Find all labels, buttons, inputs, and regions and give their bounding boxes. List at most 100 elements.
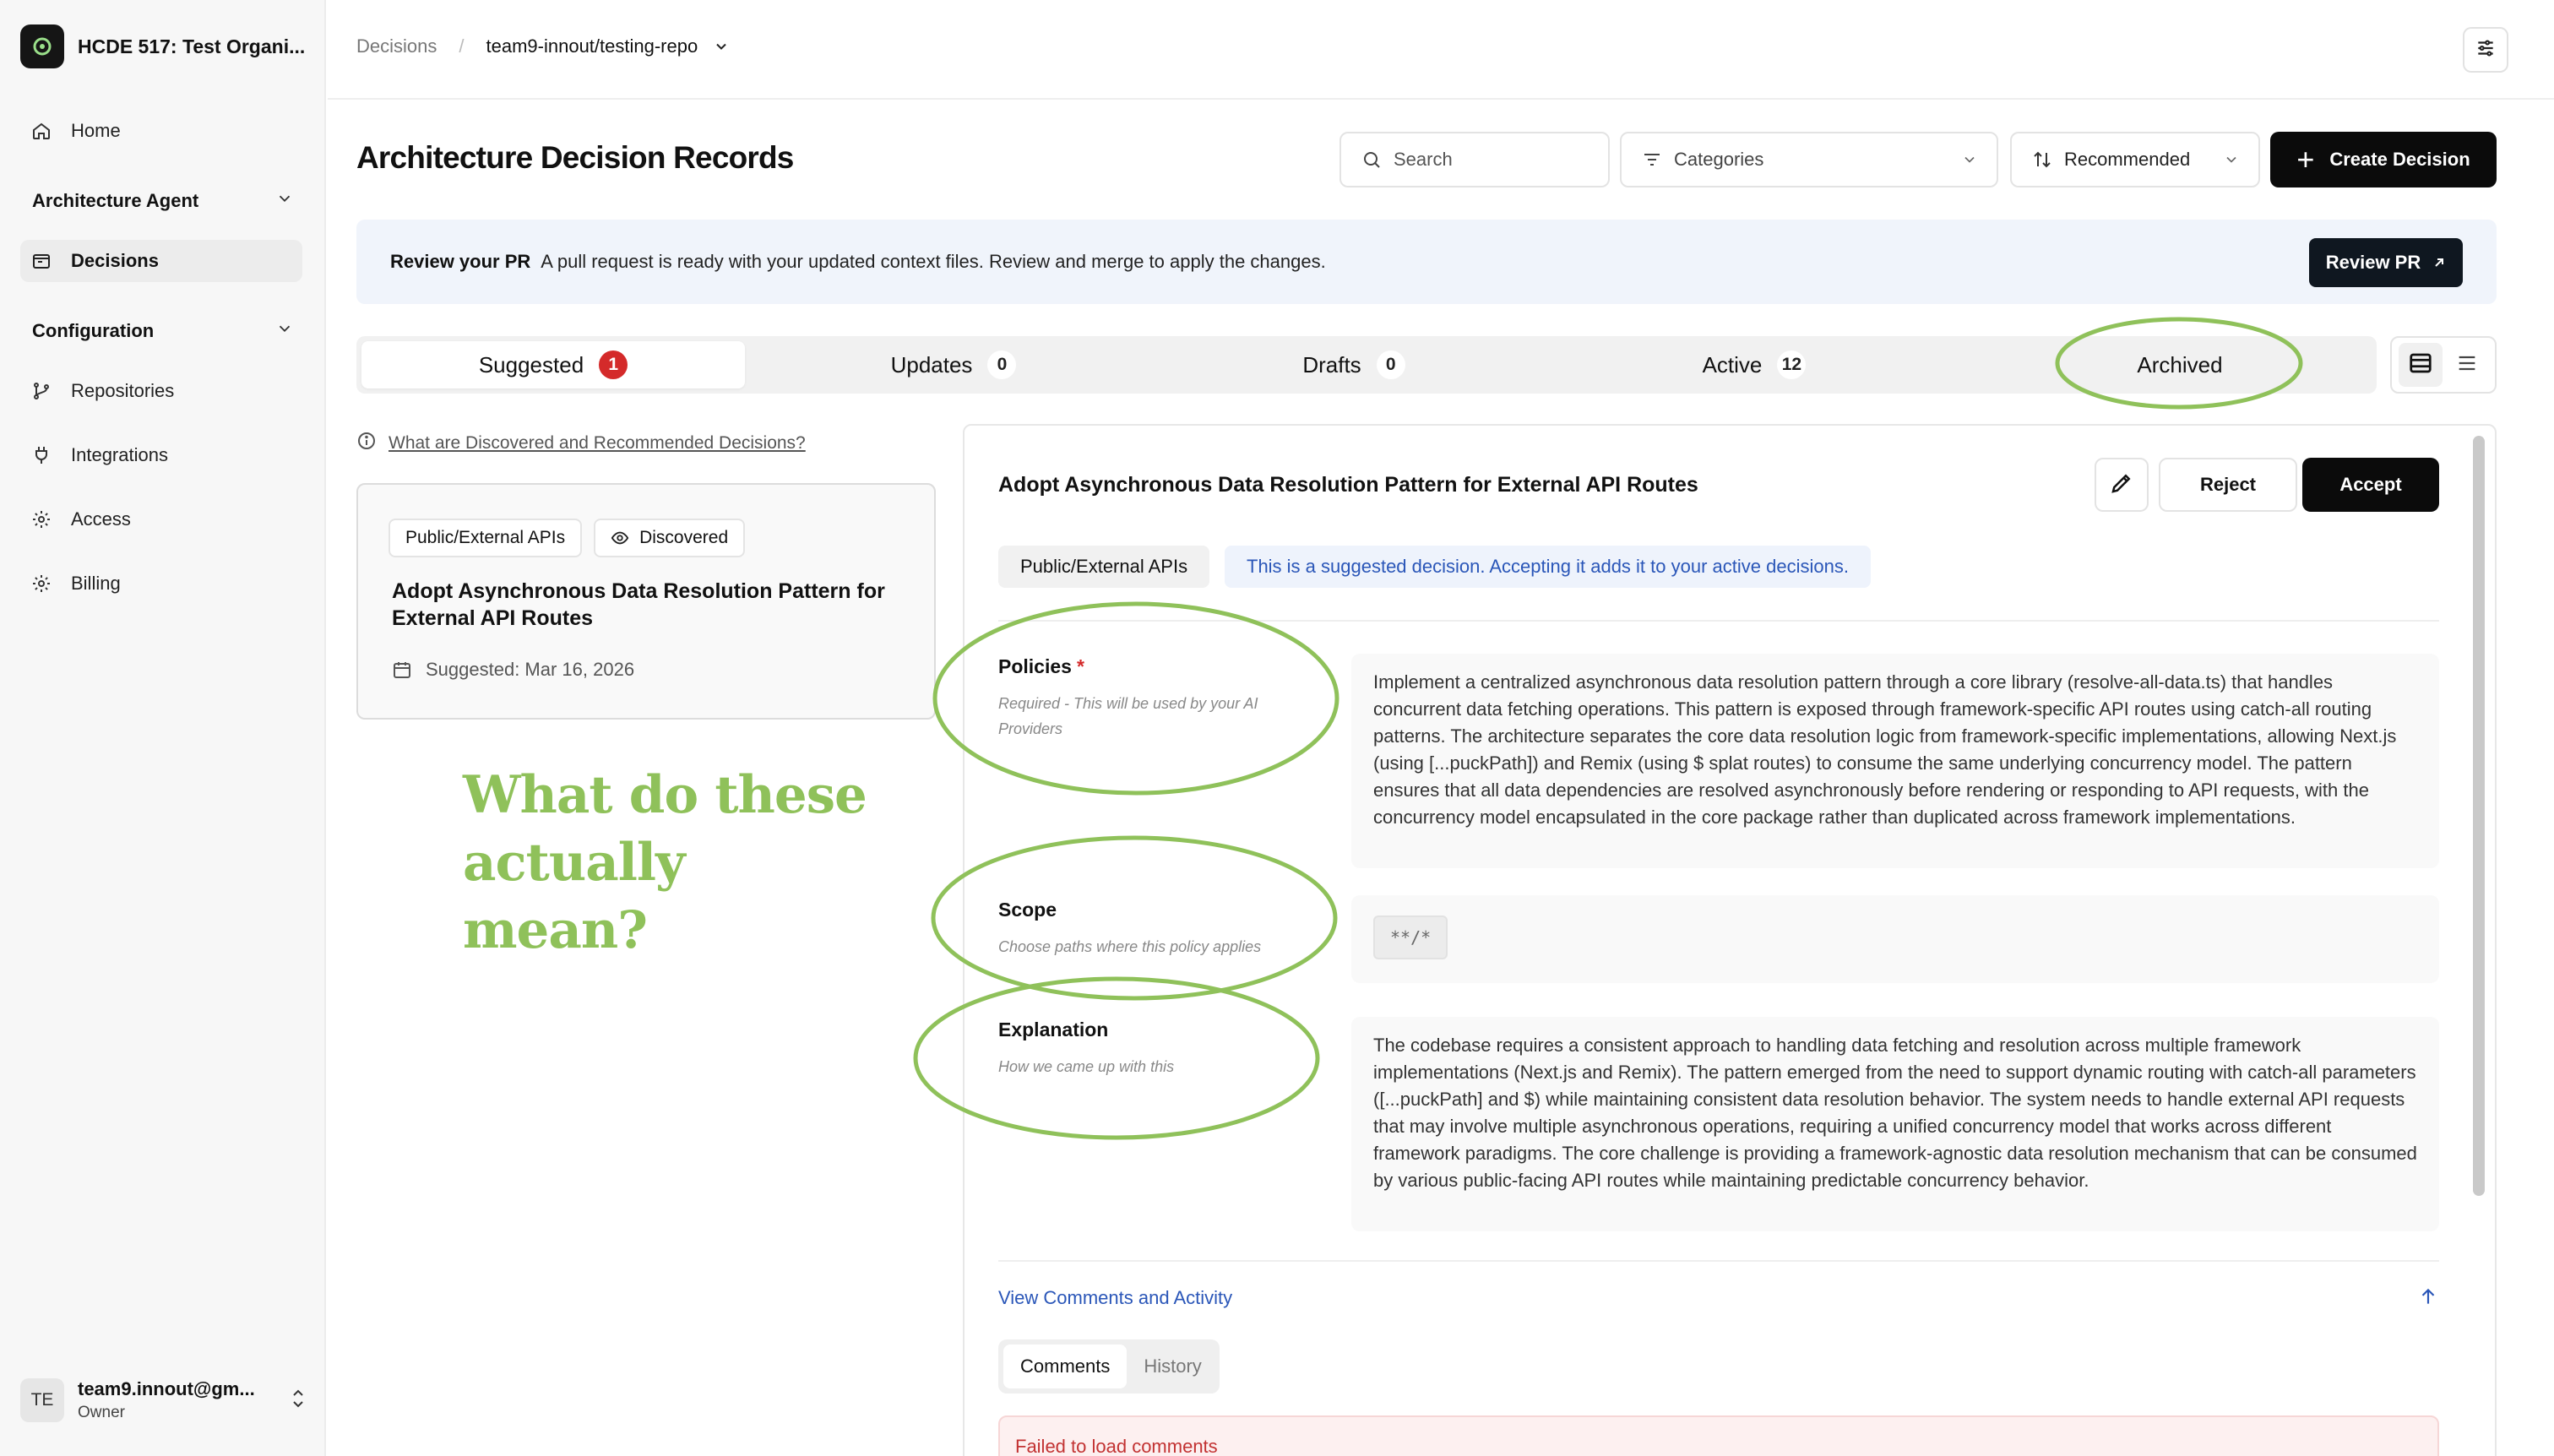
explanation-label: Explanation [998,1019,1109,1040]
tab-history[interactable]: History [1127,1345,1218,1388]
card-title: Adopt Asynchronous Data Resolution Patte… [392,579,885,630]
list-view-button[interactable] [2445,343,2489,387]
category-tag: Public/External APIs [998,546,1210,588]
review-pr-label: Review PR [2325,252,2421,273]
sidebar: HCDE 517: Test Organi... Home Architectu… [0,0,326,1456]
user-email: team9.innout@gm... [78,1378,255,1399]
sidebar-item-label: Decisions [71,250,159,271]
comments-error-message: Failed to load comments [998,1415,2439,1456]
avatar: TE [20,1378,64,1422]
divider [998,1260,2439,1262]
sidebar-item-label: Billing [71,573,121,594]
view-toggle [2390,336,2497,394]
policies-label-text: Policies [998,655,1072,677]
sidebar-item-access[interactable]: Access [20,498,302,541]
tab-count-badge: 0 [1376,350,1405,379]
section-label: Configuration [32,320,155,341]
chevron-down-icon [275,189,294,213]
accept-button[interactable]: Accept [2302,458,2439,512]
split-view-icon [2408,350,2433,380]
external-link-icon [2432,256,2446,269]
git-branch-icon [29,378,54,404]
org-switcher[interactable]: HCDE 517: Test Organi... [20,24,307,69]
help-link-text: What are Discovered and Recommended Deci… [389,433,806,453]
user-menu[interactable]: TE team9.innout@gm... Owner [20,1375,307,1426]
create-decision-button[interactable]: + Create Decision [2270,132,2497,187]
banner-title: Review your PR [390,251,531,272]
edit-button[interactable] [2095,458,2149,512]
tab-suggested[interactable]: Suggested 1 [361,341,745,388]
sidebar-section-architecture-agent[interactable]: Architecture Agent [32,184,294,218]
tab-active[interactable]: Active 12 [1562,341,1946,388]
review-pr-banner: Review your PR A pull request is ready w… [356,220,2497,304]
annotation-line-2: mean? [463,900,648,960]
sidebar-section-configuration[interactable]: Configuration [32,314,294,348]
tab-updates[interactable]: Updates 0 [762,341,1145,388]
sidebar-item-label: Home [71,120,121,141]
scope-hint: Choose paths where this policy applies [998,938,1262,955]
tab-label: Archived [2137,351,2223,378]
card-date-text: Suggested: Mar 16, 2026 [426,659,635,680]
sidebar-item-decisions[interactable]: Decisions [20,240,302,282]
sidebar-item-home[interactable]: Home [20,110,302,152]
tab-drafts[interactable]: Drafts 0 [1162,341,1546,388]
user-role: Owner [78,1404,125,1421]
plus-icon: + [2296,142,2315,177]
review-pr-button[interactable]: Review PR [2309,238,2463,287]
topbar: Decisions / team9-innout/testing-repo [328,0,2554,100]
annotation-note: What do these actually mean? [463,762,970,964]
banner-message: A pull request is ready with your update… [541,251,1326,272]
explanation-hint: How we came up with this [998,1058,1175,1075]
annotation-line-1: What do these actually [463,765,867,893]
panel-scrollbar[interactable] [2473,436,2485,1196]
sidebar-item-repositories[interactable]: Repositories [20,370,302,412]
view-comments-link[interactable]: View Comments and Activity [998,1287,1232,1309]
chevron-up-down-icon [289,1388,307,1414]
reject-button[interactable]: Reject [2159,458,2297,512]
help-link[interactable]: What are Discovered and Recommended Deci… [356,431,806,456]
sort-dropdown[interactable]: Recommended [2010,132,2260,187]
org-logo-icon [20,24,64,68]
layout-settings-button[interactable] [2463,27,2508,73]
info-icon [356,431,377,456]
scope-path-chip[interactable]: **/* [1373,915,1448,959]
comment-tabs: Comments History [998,1339,1220,1394]
search-input[interactable]: Search [1339,132,1610,187]
repo-selector[interactable]: team9-innout/testing-repo [486,35,698,57]
category-badge: Public/External APIs [389,519,583,557]
arrow-up-icon[interactable] [2417,1285,2439,1307]
sidebar-item-integrations[interactable]: Integrations [20,434,302,476]
calendar-icon [392,660,412,680]
tab-count-badge: 12 [1777,350,1807,379]
breadcrumb-decisions[interactable]: Decisions [356,35,437,57]
sort-arrows-icon [2032,149,2052,170]
folder-icon [29,248,54,274]
required-mark: * [1076,655,1084,677]
list-icon [2455,351,2479,379]
categories-label: Categories [1674,149,1764,170]
tab-label: Active [1702,351,1763,378]
scope-label: Scope [998,899,1057,921]
home-icon [29,118,54,144]
eye-icon [611,529,629,547]
policies-textarea[interactable]: Implement a centralized asynchronous dat… [1351,654,2439,868]
status-badge: Discovered [594,519,746,557]
chevron-down-icon [1961,151,1978,168]
filter-icon [1642,149,1662,170]
tab-archived[interactable]: Archived [1988,341,2372,388]
categories-dropdown[interactable]: Categories [1620,132,1998,187]
scope-field[interactable]: **/* [1351,895,2439,983]
policies-label: Policies * [998,655,1084,678]
explanation-textarea[interactable]: The codebase requires a consistent appro… [1351,1017,2439,1231]
gear-icon [29,507,54,532]
breadcrumb: Decisions / team9-innout/testing-repo [356,35,730,57]
tab-comments[interactable]: Comments [1003,1345,1128,1388]
policies-hint: Required - This will be used by your AI … [998,695,1258,737]
sidebar-item-billing[interactable]: Billing [20,562,302,605]
card-view-button[interactable] [2398,343,2443,387]
tab-label: Updates [890,351,973,378]
tab-count-badge: 1 [599,350,628,379]
decision-card[interactable]: Public/External APIs Discovered Adopt As… [356,483,936,720]
chevron-down-icon[interactable] [713,38,730,55]
tab-label: Suggested [478,351,584,378]
